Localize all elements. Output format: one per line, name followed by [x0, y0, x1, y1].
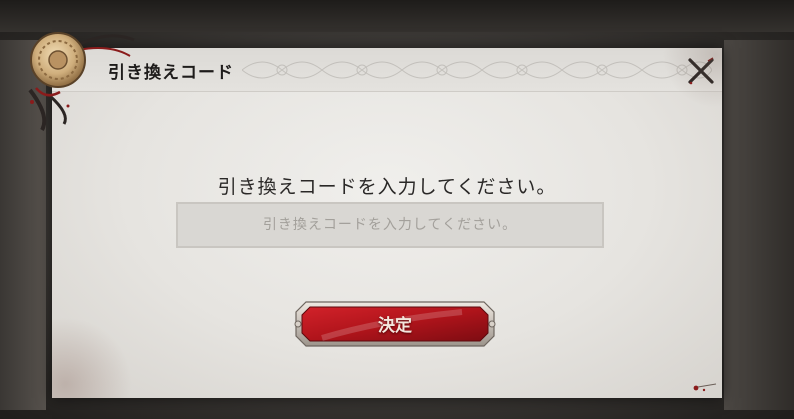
close-button[interactable] [686, 56, 716, 86]
wax-seal-emblem [28, 32, 135, 131]
confirm-button[interactable]: 決定 [292, 298, 498, 350]
backdrop-right-panel [724, 40, 794, 410]
redeem-code-dialog: 引き換えコード 引き換えコードを入力してください。 引き換えコードを入力してくだ… [52, 48, 722, 398]
header-ornament-pattern [242, 61, 712, 79]
confirm-button-frame [294, 301, 496, 347]
redeem-code-input[interactable] [176, 202, 604, 248]
close-x-icon [688, 57, 714, 85]
blood-splatter-decoration [693, 383, 717, 392]
dialog-header: 引き換えコード [52, 48, 722, 92]
prompt-text: 引き換えコードを入力してください。 [217, 176, 557, 198]
